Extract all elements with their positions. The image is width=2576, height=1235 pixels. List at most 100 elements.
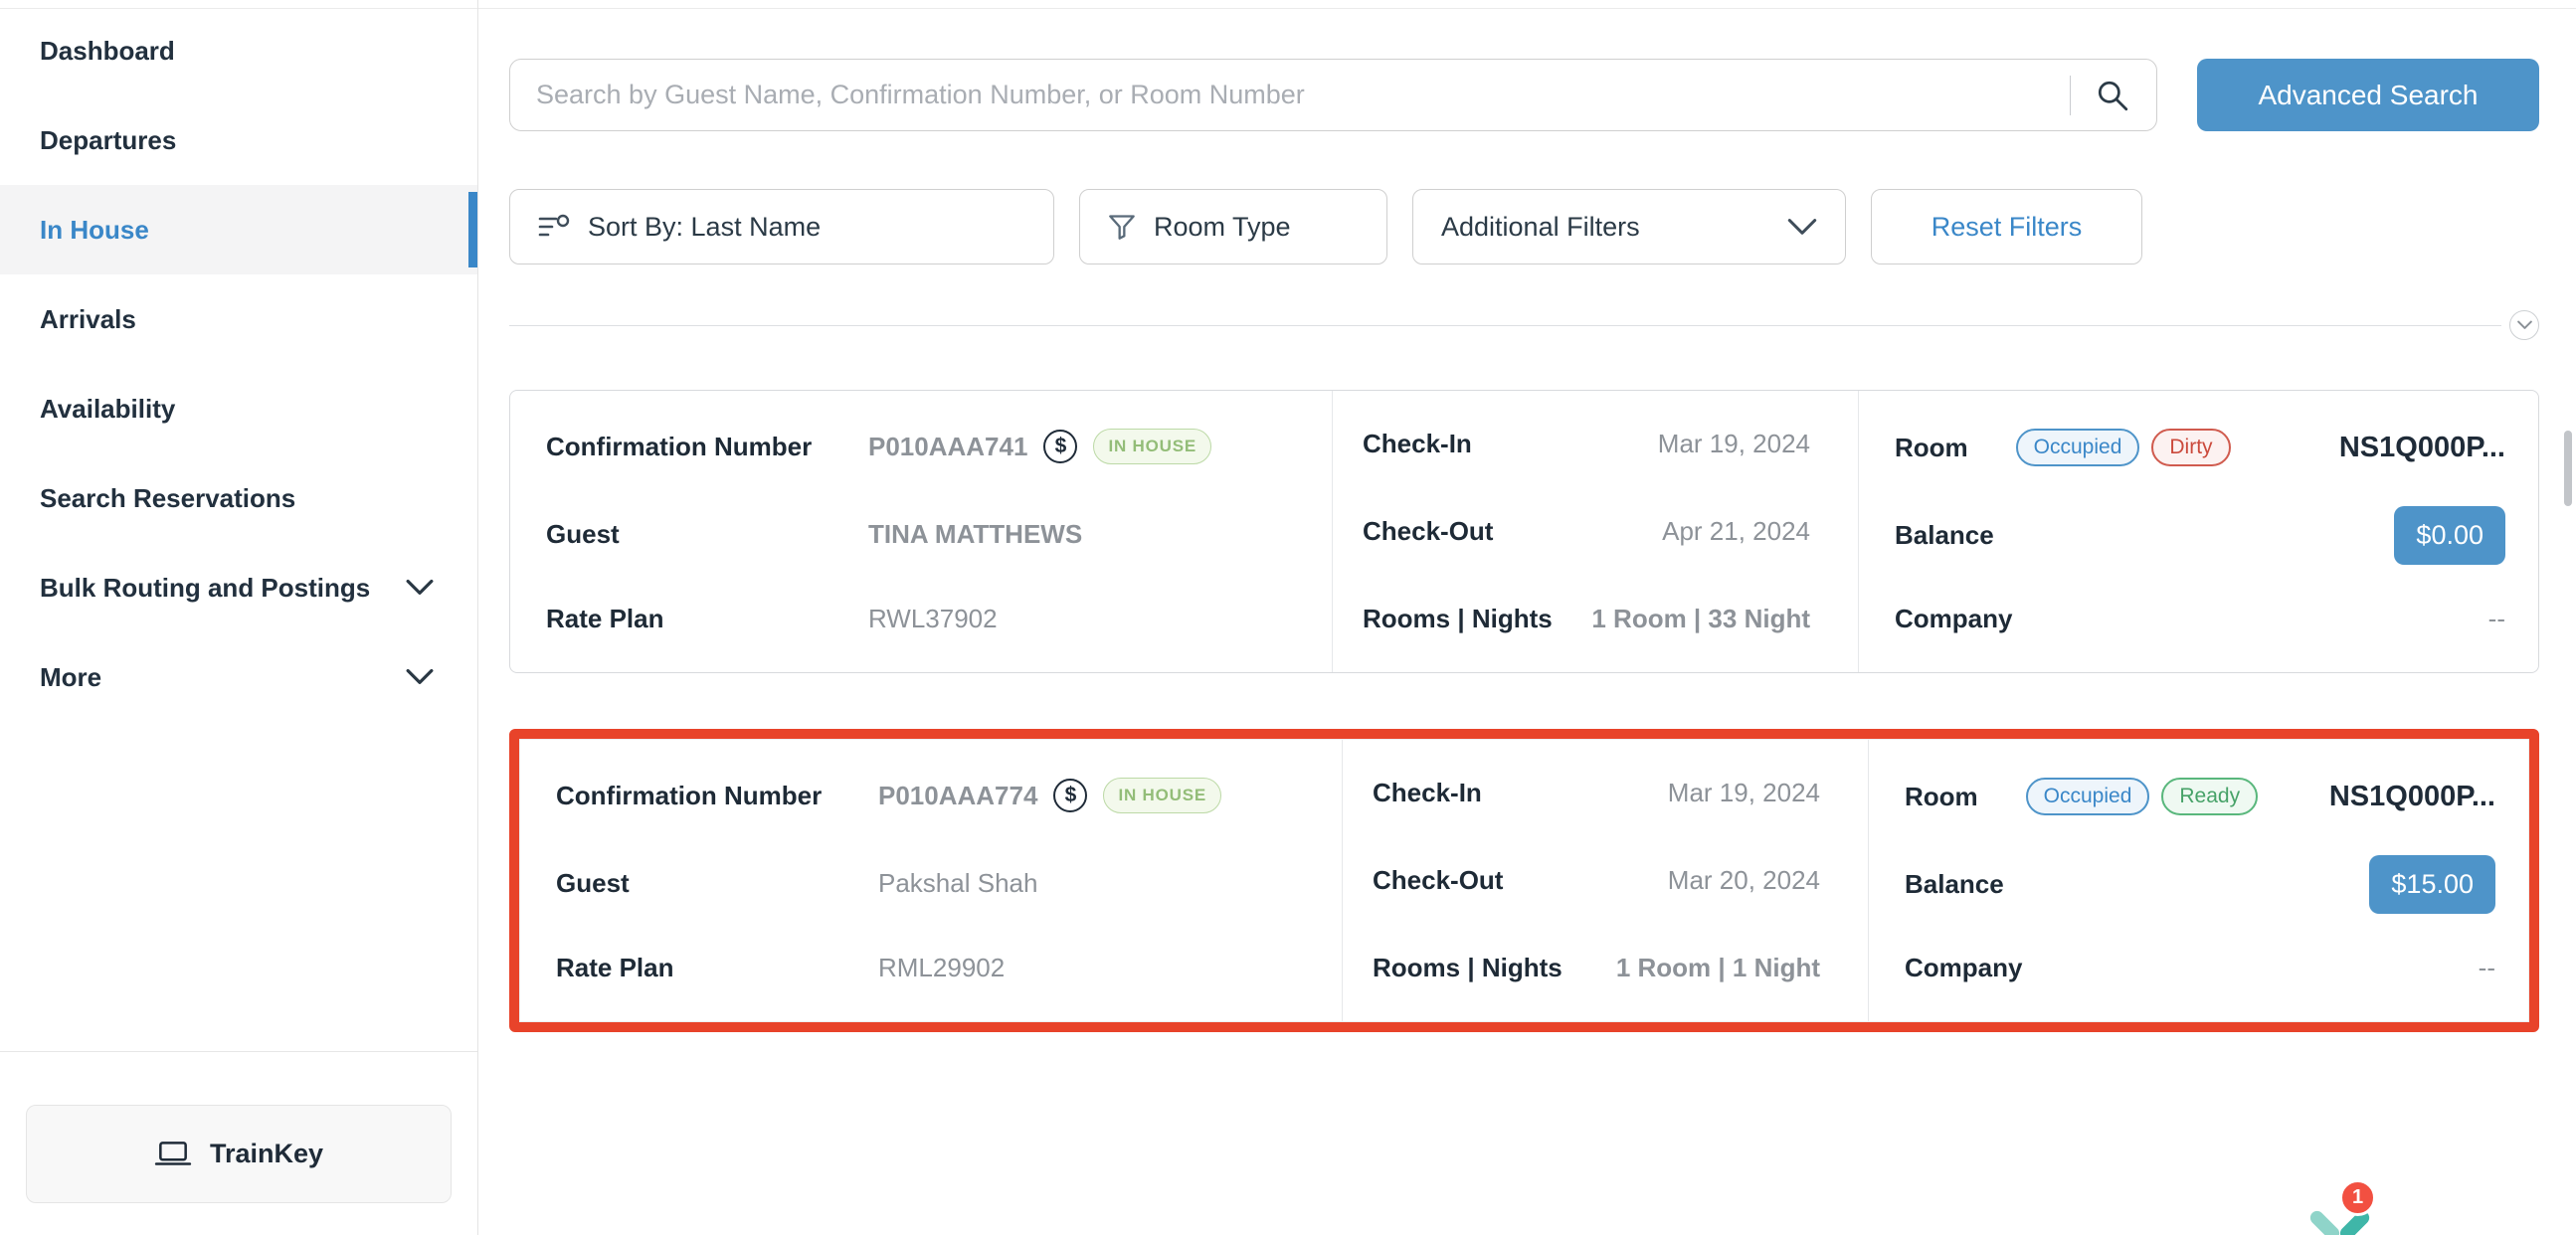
trainkey-label: TrainKey <box>210 1139 323 1169</box>
filter-row: Sort By: Last Name Room Type Additional … <box>509 189 2539 265</box>
sidebar-item-label: Availability <box>40 394 175 425</box>
search-icon[interactable] <box>2095 78 2130 113</box>
confirmation-number: P010AAA774 <box>878 781 1037 811</box>
balance-row: Balance $0.00 <box>1895 506 2505 565</box>
advanced-search-button[interactable]: Advanced Search <box>2197 59 2539 131</box>
rooms-nights-row: Rooms | Nights 1 Room | 1 Night <box>1373 953 1820 983</box>
chevron-down-icon <box>406 668 434 686</box>
search-divider <box>2070 76 2071 115</box>
balance-button[interactable]: $0.00 <box>2394 506 2505 565</box>
balance-label: Balance <box>1895 520 1994 551</box>
additional-filters-dropdown[interactable]: Additional Filters <box>1412 189 1846 265</box>
search-row: Advanced Search <box>509 59 2539 131</box>
confirmation-row: Confirmation Number P010AAA774 $ IN HOUS… <box>556 778 1322 813</box>
sidebar-item-label: In House <box>40 215 149 246</box>
check-in-row: Check-In Mar 19, 2024 <box>1363 429 1810 459</box>
search-box <box>509 59 2157 131</box>
active-item-accent-bar <box>468 192 477 267</box>
rate-plan-row: Rate Plan RWL37902 <box>546 604 1312 634</box>
room-row: Room Occupied Ready NS1Q000P... <box>1905 778 2495 815</box>
trainkey-button[interactable]: TrainKey <box>26 1105 452 1203</box>
confirmation-number-label: Confirmation Number <box>546 432 868 462</box>
room-number: NS1Q000P... <box>2339 432 2505 464</box>
guest-name: TINA MATTHEWS <box>868 519 1312 550</box>
rooms-nights-value: 1 Room | 33 Night <box>1591 604 1810 634</box>
room-occupancy-badge: Occupied <box>2016 429 2140 466</box>
laptop-icon <box>154 1141 192 1168</box>
room-number: NS1Q000P... <box>2329 781 2495 813</box>
room-housekeeping-badge: Dirty <box>2151 429 2230 466</box>
rate-plan-label: Rate Plan <box>546 604 868 634</box>
company-label: Company <box>1895 604 2012 634</box>
chevron-down-icon <box>406 579 434 597</box>
sidebar-item-arrivals[interactable]: Arrivals <box>0 274 477 364</box>
search-input[interactable] <box>536 80 2060 110</box>
rooms-nights-row: Rooms | Nights 1 Room | 33 Night <box>1363 604 1810 634</box>
sidebar-item-departures[interactable]: Departures <box>0 95 477 185</box>
reset-filters-label: Reset Filters <box>1932 212 2083 243</box>
room-type-button[interactable]: Room Type <box>1079 189 1387 265</box>
dollar-icon[interactable]: $ <box>1053 779 1087 812</box>
sidebar-item-bulk-routing-and-postings[interactable]: Bulk Routing and Postings <box>0 543 477 632</box>
check-in-row: Check-In Mar 19, 2024 <box>1373 778 1820 808</box>
room-label: Room <box>1895 433 1968 463</box>
balance-row: Balance $15.00 <box>1905 855 2495 914</box>
guest-label: Guest <box>546 519 868 550</box>
room-label: Room <box>1905 782 1978 812</box>
sidebar-item-in-house[interactable]: In House <box>0 185 477 274</box>
sidebar-footer: TrainKey <box>0 1051 477 1235</box>
rate-plan: RWL37902 <box>868 604 1312 634</box>
company-label: Company <box>1905 953 2022 983</box>
rate-plan-label: Rate Plan <box>556 953 878 983</box>
sidebar-item-label: Departures <box>40 125 176 156</box>
reservation-card[interactable]: Confirmation Number P010AAA774 $ IN HOUS… <box>519 739 2529 1022</box>
chevron-down-icon <box>2517 320 2532 330</box>
rate-plan-row: Rate Plan RML29902 <box>556 953 1322 983</box>
card-room-column: Room Occupied Ready NS1Q000P... Balance … <box>1868 740 2528 1021</box>
rooms-nights-value: 1 Room | 1 Night <box>1616 953 1820 983</box>
sort-by-label: Sort By: Last Name <box>588 212 821 243</box>
chevron-down-icon <box>1787 218 1817 237</box>
room-occupancy-badge: Occupied <box>2026 778 2150 815</box>
check-out-label: Check-Out <box>1363 516 1493 547</box>
balance-button[interactable]: $15.00 <box>2369 855 2495 914</box>
rooms-nights-label: Rooms | Nights <box>1363 604 1553 634</box>
sidebar-item-dashboard[interactable]: Dashboard <box>0 6 477 95</box>
check-in-label: Check-In <box>1373 778 1482 808</box>
company-row: Company -- <box>1895 604 2505 634</box>
check-in-date: Mar 19, 2024 <box>1668 778 1820 808</box>
sidebar-item-availability[interactable]: Availability <box>0 364 477 453</box>
company-value: -- <box>2488 604 2505 634</box>
confirmation-row: Confirmation Number P010AAA741 $ IN HOUS… <box>546 429 1312 464</box>
reservation-card[interactable]: Confirmation Number P010AAA741 $ IN HOUS… <box>509 390 2539 673</box>
sidebar-item-more[interactable]: More <box>0 632 477 722</box>
room-housekeeping-badge: Ready <box>2161 778 2258 815</box>
sidebar-item-label: More <box>40 662 101 693</box>
balance-label: Balance <box>1905 869 2004 900</box>
check-out-date: Mar 20, 2024 <box>1668 865 1820 896</box>
room-row: Room Occupied Dirty NS1Q000P... <box>1895 429 2505 466</box>
confirmation-number: P010AAA741 <box>868 432 1027 462</box>
sidebar-item-label: Bulk Routing and Postings <box>40 573 370 604</box>
scrollbar-thumb[interactable] <box>2564 431 2572 506</box>
reset-filters-button[interactable]: Reset Filters <box>1871 189 2142 265</box>
sort-by-button[interactable]: Sort By: Last Name <box>509 189 1054 265</box>
additional-filters-label: Additional Filters <box>1441 212 1640 243</box>
check-out-date: Apr 21, 2024 <box>1662 516 1810 547</box>
room-status-badges: Occupied Dirty <box>2016 429 2231 466</box>
filter-funnel-icon <box>1108 214 1136 240</box>
room-type-label: Room Type <box>1154 212 1291 243</box>
rate-plan: RML29902 <box>878 953 1322 983</box>
guest-name: Pakshal Shah <box>878 868 1322 899</box>
card-dates-column: Check-In Mar 19, 2024 Check-Out Mar 20, … <box>1342 740 1868 1021</box>
sidebar: Dashboard Departures In House Arrivals A… <box>0 0 478 1235</box>
check-out-row: Check-Out Apr 21, 2024 <box>1363 516 1810 547</box>
collapse-toggle[interactable] <box>2509 310 2539 340</box>
sidebar-item-search-reservations[interactable]: Search Reservations <box>0 453 477 543</box>
notification-badge[interactable]: 1 <box>2339 1179 2376 1216</box>
card-guest-column: Confirmation Number P010AAA774 $ IN HOUS… <box>520 740 1342 1021</box>
dollar-icon[interactable]: $ <box>1043 430 1077 463</box>
check-out-label: Check-Out <box>1373 865 1503 896</box>
company-row: Company -- <box>1905 953 2495 983</box>
divider-line <box>509 325 2501 326</box>
